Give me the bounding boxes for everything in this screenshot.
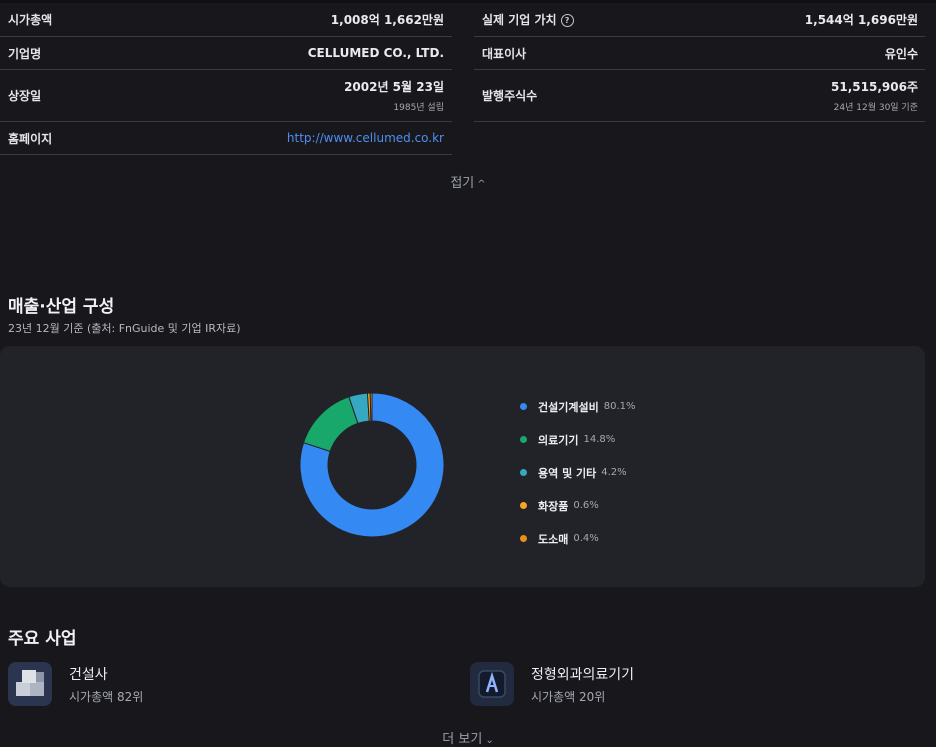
collapse-button[interactable]: 접기 ^ [0,172,936,191]
info-row-homepage: 홈페이지 http://www.cellumed.co.kr [0,122,452,155]
legend-label: 도소매 [538,532,569,546]
company-name-value: CELLUMED CO., LTD. [307,46,444,60]
company-name-label: 기업명 [8,46,42,61]
info-row-shares: 발행주식수 51,515,906주 24년 12월 30일 기준 [474,70,925,122]
enterprise-value-value: 1,544억 1,696만원 [804,13,918,27]
company-info-left: 시가총액 1,008억 1,662만원 기업명 CELLUMED CO., LT… [0,3,452,155]
legend-dot [520,403,527,410]
market-cap-label: 시가총액 [8,13,53,27]
legend-dot [520,469,527,476]
chevron-up-icon: ^ [477,179,486,190]
business-name: 정형외과의료기기 [531,666,635,683]
business-item-construction[interactable]: 건설사 시가총액 82위 [8,662,143,706]
more-label: 더 보기 [442,732,483,747]
legend-value: 80.1% [603,401,636,412]
legend-value: 14.8% [583,434,616,445]
help-icon[interactable]: ? [560,14,574,27]
building-blocks-icon [8,662,52,706]
homepage-label: 홈페이지 [8,131,53,146]
legend-item: 의료기기 14.8% [520,423,636,456]
shares-value: 51,515,906주 [831,80,918,94]
enterprise-value-label-wrap: 실제 기업 가치? [482,11,574,28]
legend-item: 건설기계설비 80.1% [520,390,636,423]
info-row-enterprise-value: 실제 기업 가치? 1,544억 1,696만원 [474,3,925,37]
business-rank: 시가총액 20위 [531,689,606,704]
legend-item: 화장품 0.6% [520,489,636,522]
legend-dot [520,436,527,443]
legend-label: 의료기기 [538,433,579,447]
legend-dot [520,535,527,542]
business-rank: 시가총액 82위 [69,689,144,704]
legend-item: 용역 및 기타 4.2% [520,456,636,489]
donut-slice-5[interactable] [369,392,373,422]
business-name: 건설사 [69,666,108,683]
shares-date: 24년 12월 30일 기준 [833,103,918,113]
enterprise-value-label: 실제 기업 가치 [482,13,557,27]
legend-value: 0.6% [573,500,599,511]
homepage-link[interactable]: http://www.cellumed.co.kr [287,131,444,145]
info-row-ceo: 대표이사 유인수 [474,37,925,70]
legend-value: 0.4% [573,533,599,544]
listing-date-value: 2002년 5월 23일 [344,80,444,94]
legend-label: 용역 및 기타 [538,466,597,480]
donut-slice-2[interactable] [302,396,359,452]
xray-icon [470,662,514,706]
business-item-orthopedic[interactable]: 정형외과의료기기 시가총액 20위 [470,662,634,706]
revenue-section-title: 매출·산업 구성 [8,297,115,317]
legend-item: 도소매 0.4% [520,522,636,555]
ceo-value: 유인수 [884,46,918,61]
legend-dot [520,502,527,509]
info-row-market-cap: 시가총액 1,008억 1,662만원 [0,3,452,37]
revenue-chart-card: 건설기계설비 80.1% 의료기기 14.8% 용역 및 기타 4.2% 화장품 0.6% 도소… [0,346,925,587]
listing-date-label: 상장일 [8,89,42,103]
company-info-right: 실제 기업 가치? 1,544억 1,696만원 대표이사 유인수 발행주식수 … [474,3,925,122]
ceo-label: 대표이사 [482,46,527,61]
more-button[interactable]: 더 보기 ⌄ [0,728,936,747]
legend-label: 화장품 [538,499,569,513]
legend-value: 4.2% [601,467,627,478]
chart-legend: 건설기계설비 80.1% 의료기기 14.8% 용역 및 기타 4.2% 화장품 0.6% 도소… [520,390,636,555]
revenue-section-subtitle: 23년 12월 기준 (출처: FnGuide 및 기업 IR자료) [8,322,241,335]
shares-label: 발행주식수 [482,89,538,103]
info-row-listing-date: 상장일 2002년 5월 23일 1985년 설립 [0,70,452,122]
business-section-title: 주요 사업 [8,629,77,649]
revenue-donut-chart [299,392,445,538]
info-row-company-name: 기업명 CELLUMED CO., LTD. [0,37,452,70]
founded-year: 1985년 설립 [393,103,444,113]
legend-label: 건설기계설비 [538,400,599,414]
collapse-label: 접기 [450,176,475,191]
chevron-down-icon: ⌄ [485,735,494,746]
market-cap-value: 1,008억 1,662만원 [330,13,444,27]
